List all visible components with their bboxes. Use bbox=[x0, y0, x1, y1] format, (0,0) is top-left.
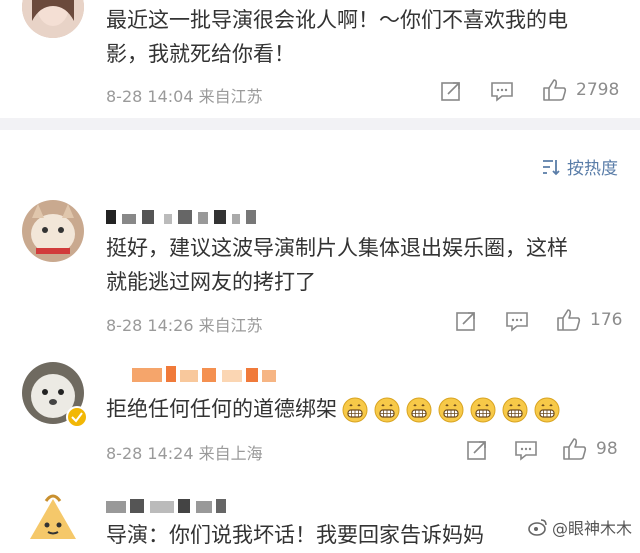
blurred-name bbox=[132, 366, 276, 382]
comment-text: 导演：你们说我坏话！我要回家告诉妈妈 bbox=[106, 523, 484, 547]
grinning-face-icon bbox=[374, 397, 400, 423]
comment-icon bbox=[491, 82, 513, 102]
username-blurred[interactable] bbox=[132, 366, 282, 382]
watermark-text: @眼神木木 bbox=[551, 519, 632, 538]
comment-meta: 8-28 14:04 来自江苏 bbox=[106, 87, 263, 106]
avatar[interactable] bbox=[22, 487, 84, 549]
sort-button[interactable]: 按热度 bbox=[541, 154, 618, 179]
like-button[interactable]: 98 bbox=[562, 437, 618, 461]
comment-button[interactable] bbox=[505, 310, 529, 332]
thumbs-up-icon bbox=[557, 309, 581, 331]
like-count: 176 bbox=[590, 310, 623, 330]
comment-button[interactable] bbox=[514, 439, 538, 461]
blurred-name bbox=[106, 499, 226, 513]
comment-button[interactable] bbox=[490, 80, 514, 102]
sort-icon bbox=[543, 159, 560, 175]
comment-text: 最近这一批导演很会讹人啊！～你们不喜欢我的电 影，我就死给你看！ bbox=[106, 8, 568, 66]
like-button[interactable]: 2798 bbox=[542, 78, 619, 102]
grinning-face-icon bbox=[342, 397, 368, 423]
like-count: 98 bbox=[596, 439, 618, 459]
username-blurred[interactable] bbox=[106, 497, 236, 513]
avatar-image bbox=[22, 0, 84, 38]
grinning-face-icon bbox=[438, 397, 464, 423]
weibo-logo-icon bbox=[528, 519, 547, 536]
username-blurred[interactable] bbox=[106, 208, 276, 224]
comment-meta: 8-28 14:26 来自江苏 bbox=[106, 316, 263, 335]
grinning-face-icon bbox=[502, 397, 528, 423]
share-button[interactable] bbox=[466, 439, 488, 461]
avatar[interactable] bbox=[22, 200, 84, 262]
comment-text: 拒绝任何任何的道德绑架 bbox=[106, 392, 561, 426]
sort-label: 按热度 bbox=[567, 159, 618, 179]
like-count: 2798 bbox=[576, 80, 620, 100]
share-button[interactable] bbox=[455, 310, 477, 332]
grinning-face-icon bbox=[534, 397, 560, 423]
dumpling-avatar-image bbox=[22, 487, 84, 549]
share-icon bbox=[456, 312, 475, 331]
comment-meta: 8-28 14:24 来自上海 bbox=[106, 444, 263, 463]
comment-text: 挺好，建议这波导演制片人集体退出娱乐圈，这样 就能逃过网友的拷打了 bbox=[106, 236, 568, 294]
thumbs-up-icon bbox=[543, 79, 567, 101]
cat-avatar-image bbox=[22, 200, 84, 262]
section-divider bbox=[0, 118, 640, 130]
comment-icon bbox=[506, 312, 528, 332]
thumbs-up-icon bbox=[563, 438, 587, 460]
watermark: @眼神木木 bbox=[528, 515, 632, 539]
share-icon bbox=[441, 82, 460, 101]
verified-badge-icon bbox=[66, 406, 88, 428]
blurred-name bbox=[106, 210, 256, 224]
grinning-face-icon bbox=[406, 397, 432, 423]
share-button[interactable] bbox=[440, 80, 462, 102]
avatar[interactable] bbox=[22, 0, 84, 38]
share-icon bbox=[467, 441, 486, 460]
comment-icon bbox=[515, 441, 537, 461]
like-button[interactable]: 176 bbox=[556, 308, 622, 332]
grinning-emoji-row bbox=[337, 397, 561, 423]
grinning-face-icon bbox=[470, 397, 496, 423]
